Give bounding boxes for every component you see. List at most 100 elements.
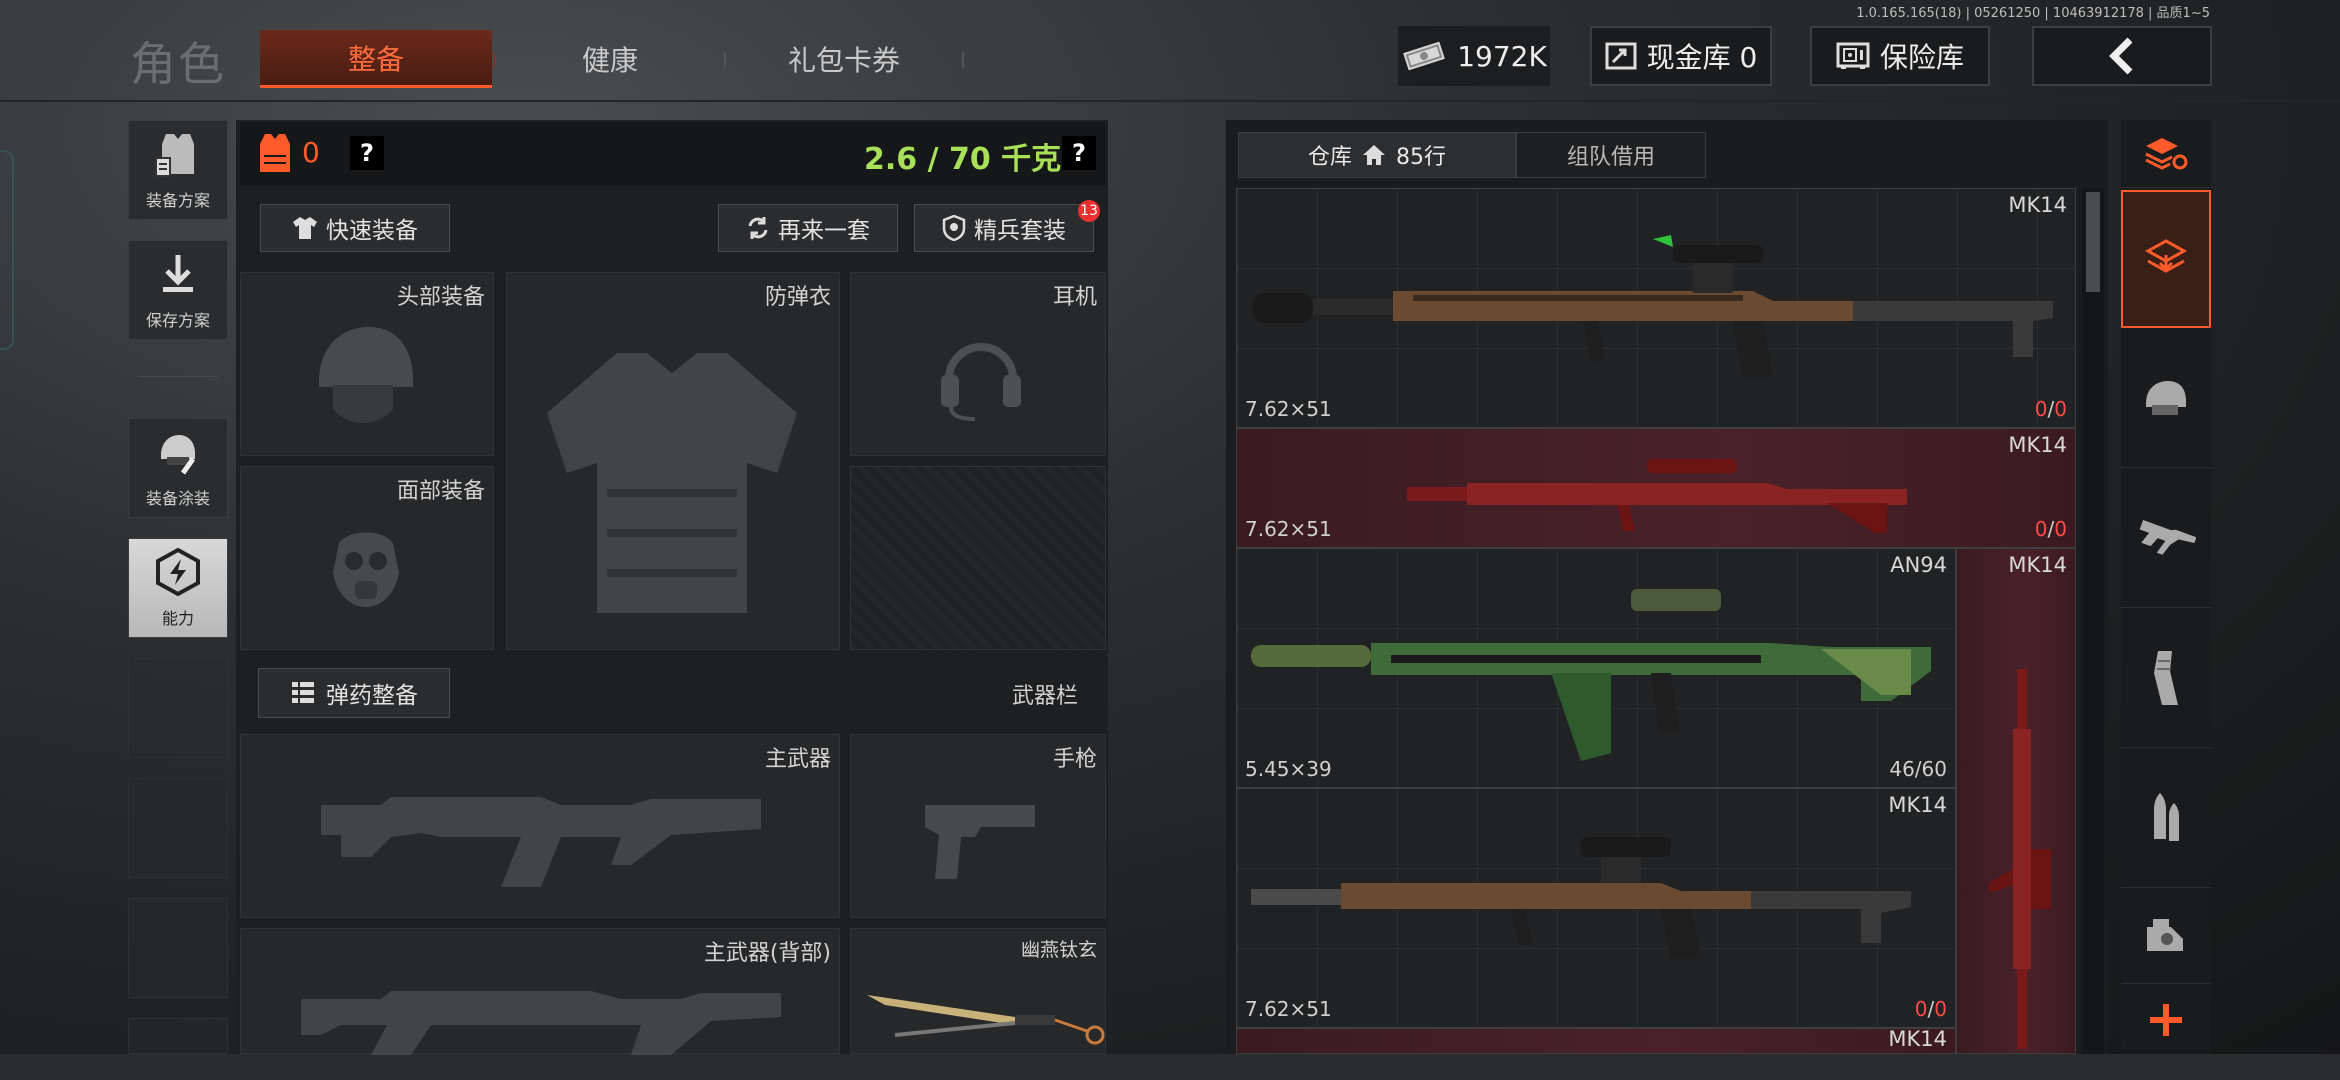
tab-health[interactable]: 健康 xyxy=(498,30,726,88)
vault-button[interactable]: 保险库 xyxy=(1810,26,1990,86)
team-borrow-label: 组队借用 xyxy=(1566,145,1655,170)
ammo-prep-label: 弹药整备 xyxy=(326,683,418,709)
page-title: 角色 xyxy=(130,37,226,91)
sidebar-empty-slot xyxy=(128,1018,228,1054)
magazine-icon xyxy=(2148,649,2184,709)
category-scope[interactable] xyxy=(2121,890,2211,984)
slot-label: 幽燕钛玄 xyxy=(1020,939,1097,961)
head-slot[interactable]: 头部装备 xyxy=(240,272,494,456)
sidebar-item-save-plan[interactable]: 保存方案 xyxy=(128,240,228,340)
sort-button[interactable] xyxy=(2121,120,2211,188)
list-item[interactable]: MK14 xyxy=(1236,1028,1956,1054)
home-icon xyxy=(1362,144,1386,166)
sidebar-label: 装备涂装 xyxy=(145,489,210,508)
item-ammo: 7.62×51 xyxy=(1245,517,1332,541)
category-all[interactable] xyxy=(2121,190,2211,328)
item-ammo: 7.62×51 xyxy=(1245,997,1332,1021)
earphone-slot[interactable]: 耳机 xyxy=(850,272,1106,456)
item-ammo: 7.62×51 xyxy=(1245,397,1332,421)
sidebar-item-skin[interactable]: 装备涂装 xyxy=(128,418,228,518)
item-name: MK14 xyxy=(2008,433,2067,457)
sidebar-divider xyxy=(138,376,218,377)
slot-label: 主武器 xyxy=(764,747,831,772)
sidebar-item-ability[interactable]: 能力 xyxy=(128,538,228,638)
category-helmet[interactable] xyxy=(2121,330,2211,468)
weight-help-icon[interactable]: ? xyxy=(1062,136,1096,170)
version-text: 1.0.165.165(18) | 05261250 | 10463912178… xyxy=(1856,6,2210,21)
ak-rifle-icon xyxy=(321,775,761,895)
pistol-slot[interactable]: 手枪 xyxy=(850,734,1106,918)
count-max: 0 xyxy=(2054,397,2067,421)
list-item[interactable]: MK14 7.62×51 0/0 xyxy=(1236,428,2076,548)
item-name: MK14 xyxy=(1888,793,1947,817)
tab-loadout[interactable]: 整备 xyxy=(260,30,496,88)
count-current: 0 xyxy=(1914,997,1928,1021)
mk14-rifle-icon xyxy=(1251,819,1951,1009)
warehouse-rows: 85行 xyxy=(1396,145,1446,170)
list-item-vertical[interactable]: MK14 xyxy=(1956,548,2076,1054)
scrollbar-thumb[interactable] xyxy=(2086,192,2100,292)
add-icon xyxy=(2146,1000,2186,1040)
melee-slot[interactable]: 幽燕钛玄 xyxy=(850,928,1106,1054)
cash-vault-label: 现金库 0 xyxy=(1646,41,1758,74)
add-button[interactable] xyxy=(2121,986,2211,1054)
category-ammo[interactable] xyxy=(2121,750,2211,888)
category-rifle[interactable] xyxy=(2121,470,2211,608)
quick-equip-button[interactable]: 快速装备 xyxy=(260,204,450,252)
rifle-silhouette-icon xyxy=(301,979,781,1055)
warehouse-scrollbar[interactable] xyxy=(2082,188,2104,1054)
ammo-prep-button[interactable]: 弹药整备 xyxy=(258,668,450,718)
helmet-brush-icon xyxy=(153,419,203,485)
tab-gift-cards[interactable]: 礼包卡券 xyxy=(728,30,964,88)
item-count: 0/0 xyxy=(2034,397,2067,421)
locked-slot xyxy=(850,466,1106,650)
money-display: 1972K xyxy=(1398,26,1550,86)
helmet-icon xyxy=(2142,377,2190,421)
money-amount: 1972K xyxy=(1457,39,1547,73)
tab-divider xyxy=(962,52,964,68)
tab-divider xyxy=(724,52,726,68)
elite-set-label: 精兵套装 xyxy=(974,218,1066,244)
list-item[interactable]: AN94 5.45×39 46/60 xyxy=(1236,548,1956,788)
list-item[interactable]: MK14 7.62×51 0/0 xyxy=(1236,788,1956,1028)
mk14-rifle-red-icon xyxy=(1407,447,1927,547)
count-max: 0 xyxy=(1934,997,1947,1021)
header-divider xyxy=(0,100,2340,102)
mk14-rifle-icon xyxy=(1253,215,2053,415)
back-button[interactable] xyxy=(2032,26,2212,86)
scope-icon xyxy=(2143,917,2189,957)
elite-badge: 13 xyxy=(1078,200,1100,222)
again-button[interactable]: 再来一套 xyxy=(718,204,898,252)
elite-set-button[interactable]: 精兵套装 xyxy=(914,204,1094,252)
stats-bar: 0 ? 2.6 / 70 千克 ? xyxy=(240,122,1106,186)
sort-icon xyxy=(2144,136,2188,172)
count-current: 0 xyxy=(2034,517,2048,541)
tab-team-borrow[interactable]: 组队借用 xyxy=(1516,132,1706,178)
cash-vault-button[interactable]: 现金库 0 xyxy=(1590,26,1772,86)
list-item[interactable]: MK14 7.62×51 0/0 xyxy=(1236,188,2076,428)
shield-icon xyxy=(942,215,966,241)
sidebar-item-loadout-plan[interactable]: 装备方案 xyxy=(128,120,228,220)
ammo-stack-icon xyxy=(290,680,318,706)
sidebar-label: 装备方案 xyxy=(145,191,210,210)
mk14-vertical-icon xyxy=(1977,669,2067,1049)
vest-slot[interactable]: 防弹衣 xyxy=(506,272,840,650)
category-magazine[interactable] xyxy=(2121,610,2211,748)
weight-value: 2.6 / 70 千克 xyxy=(864,142,1062,177)
lightning-shield-icon xyxy=(153,539,203,605)
download-icon xyxy=(155,241,201,307)
tab-label: 整备 xyxy=(347,42,404,76)
warehouse-tab-label: 仓库 xyxy=(1307,145,1352,170)
left-edge-handle[interactable] xyxy=(0,150,14,350)
primary-back-slot[interactable]: 主武器(背部) xyxy=(240,928,840,1055)
item-ammo: 5.45×39 xyxy=(1245,757,1332,781)
safe-icon xyxy=(1836,41,1870,71)
armor-help-icon[interactable]: ? xyxy=(350,136,384,170)
primary-weapon-slot[interactable]: 主武器 xyxy=(240,734,840,918)
item-name: MK14 xyxy=(2008,193,2067,217)
tab-warehouse[interactable]: 仓库 85行 xyxy=(1238,132,1516,178)
armor-icon xyxy=(258,132,292,174)
sidebar-empty-slot xyxy=(128,658,228,758)
quick-equip-label: 快速装备 xyxy=(326,218,418,244)
face-slot[interactable]: 面部装备 xyxy=(240,466,494,650)
